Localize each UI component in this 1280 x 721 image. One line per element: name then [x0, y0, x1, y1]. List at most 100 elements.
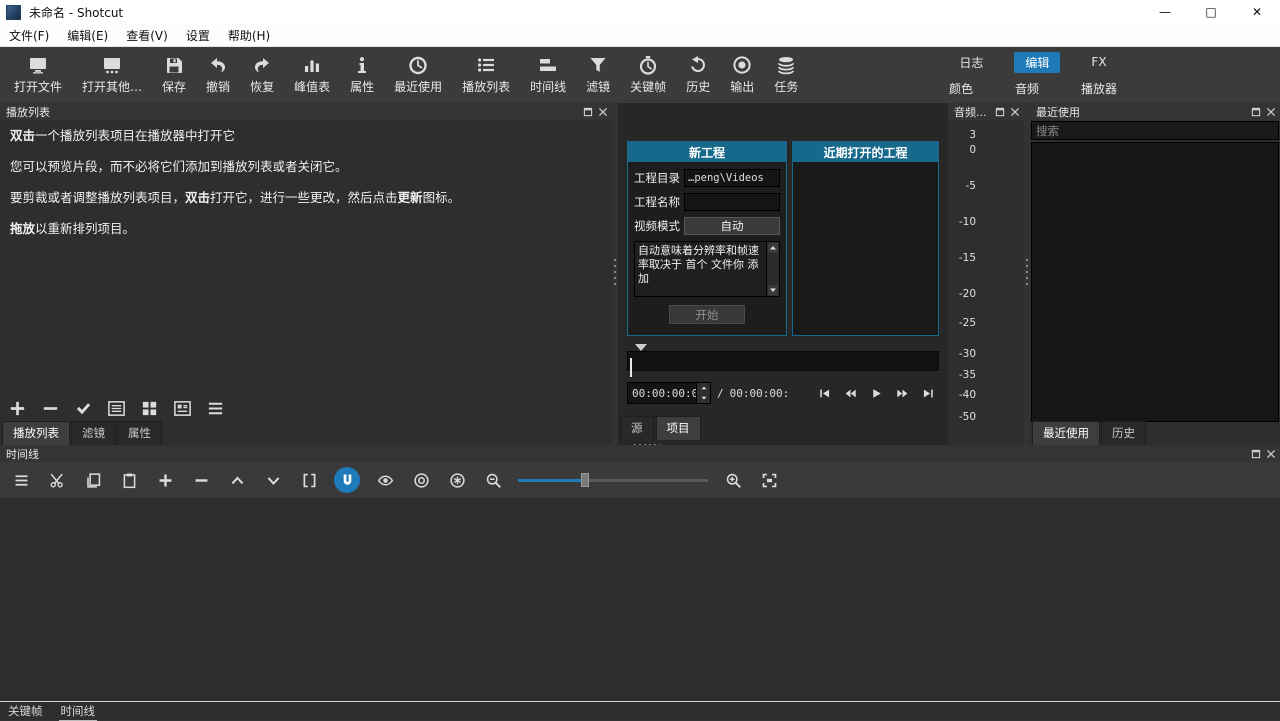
playlist-view-icons-button[interactable]	[173, 399, 192, 418]
panel-tab[interactable]: 最近使用	[1032, 421, 1100, 445]
toolbar-button-history[interactable]: 历史	[676, 52, 720, 98]
layout-tab[interactable]: 播放器	[1070, 78, 1128, 99]
playhead-marker[interactable]	[635, 344, 647, 351]
playlist-view-details-button[interactable]	[107, 399, 126, 418]
float-panel-icon[interactable]	[994, 106, 1006, 118]
menu-item[interactable]: 设置	[177, 24, 219, 46]
toolbar-button-export[interactable]: 输出	[720, 52, 764, 98]
panel-tab[interactable]: 历史	[1101, 421, 1146, 445]
menu-item[interactable]: 帮助(H)	[219, 24, 279, 46]
skip-start-button[interactable]	[814, 384, 835, 402]
layout-tab[interactable]: 音频	[1004, 78, 1050, 99]
recent-projects-list[interactable]	[793, 162, 938, 335]
scroll-down-icon[interactable]	[768, 285, 778, 295]
layout-tab[interactable]: 编辑	[1014, 52, 1060, 73]
meter-scale-label: 0	[948, 144, 976, 156]
timeline-panel-title: 时间线	[6, 446, 39, 462]
close-panel-icon[interactable]	[1009, 106, 1021, 118]
toolbar-button-filters[interactable]: 滤镜	[576, 52, 620, 98]
video-mode-button[interactable]: 自动	[684, 217, 780, 235]
float-panel-icon[interactable]	[1250, 106, 1262, 118]
toolbar-button-label: 撤销	[206, 78, 230, 95]
search-input[interactable]	[1031, 121, 1279, 140]
toolbar-button-jobs[interactable]: 任务	[764, 52, 808, 98]
timeline-scrub-drag-button[interactable]	[374, 469, 396, 491]
scroll-up-icon[interactable]	[768, 243, 778, 253]
fast-forward-button[interactable]	[892, 384, 913, 402]
toolbar-button-timeline[interactable]: 时间线	[520, 52, 576, 98]
meter-scale-label: -5	[948, 180, 976, 192]
toolbar-button-playlist[interactable]: 播放列表	[452, 52, 520, 98]
timeline-tracks-area[interactable]	[0, 498, 1280, 701]
float-panel-icon[interactable]	[582, 106, 594, 118]
timeline-snap-button[interactable]	[334, 467, 360, 493]
timeline-ripple-all-button[interactable]	[446, 469, 468, 491]
playlist-remove-button[interactable]	[41, 399, 60, 418]
player-tab[interactable]: 项目	[656, 416, 701, 440]
meter-scale-label: -30	[948, 348, 976, 360]
float-panel-icon[interactable]	[1250, 448, 1262, 460]
splitter-handle	[1026, 259, 1028, 289]
timeline-overwrite-button[interactable]	[262, 469, 284, 491]
timeline-lift-button[interactable]	[226, 469, 248, 491]
scrollbar[interactable]	[766, 242, 779, 296]
timeline-ripple-delete-button[interactable]	[190, 469, 212, 491]
timeline-zoom-handle[interactable]	[581, 473, 589, 487]
timecode-decrement-icon[interactable]	[697, 393, 710, 403]
playlist-update-button[interactable]	[74, 399, 93, 418]
close-panel-icon[interactable]	[1265, 106, 1277, 118]
timeline-menu-button[interactable]	[10, 469, 32, 491]
timeline-zoom-out-button[interactable]	[482, 469, 504, 491]
timeline-zoom-slider[interactable]	[518, 469, 708, 491]
scrub-bar[interactable]	[627, 351, 939, 371]
toolbar-button-save[interactable]: 保存	[152, 52, 196, 98]
status-tab[interactable]: 时间线	[59, 702, 98, 721]
play-button[interactable]	[866, 384, 887, 402]
project-name-input[interactable]	[684, 193, 780, 211]
timecode-increment-icon[interactable]	[697, 383, 710, 393]
timeline-append-button[interactable]	[154, 469, 176, 491]
toolbar-button-peak-meter[interactable]: 峰值表	[284, 52, 340, 98]
timeline-cut-button[interactable]	[46, 469, 68, 491]
toolbar-button-open-other[interactable]: 打开其他…	[72, 52, 152, 98]
layout-tab[interactable]: FX	[1080, 53, 1117, 71]
playlist-menu-button[interactable]	[206, 399, 225, 418]
menu-item[interactable]: 文件(F)	[0, 24, 58, 46]
playlist-view-tiles-button[interactable]	[140, 399, 159, 418]
panel-tab[interactable]: 滤镜	[71, 421, 116, 445]
player-tab[interactable]: 源	[620, 416, 654, 440]
toolbar-button-redo[interactable]: 恢复	[240, 52, 284, 98]
toolbar-button-recent[interactable]: 最近使用	[384, 52, 452, 98]
meter-scale-label: 3	[948, 129, 976, 141]
menu-item[interactable]: 查看(V)	[117, 24, 177, 46]
layout-tab[interactable]: 日志	[948, 52, 994, 73]
timeline-ripple-button[interactable]	[410, 469, 432, 491]
skip-end-button[interactable]	[918, 384, 939, 402]
recent-list[interactable]	[1031, 142, 1279, 422]
toolbar-button-properties[interactable]: 属性	[340, 52, 384, 98]
minimize-button[interactable]: —	[1142, 0, 1188, 24]
new-project-title: 新工程	[628, 142, 786, 162]
layout-tab[interactable]: 颜色	[938, 78, 984, 99]
status-tab[interactable]: 关键帧	[6, 702, 45, 720]
timecode-value[interactable]: 00:00:00:00	[628, 383, 696, 403]
playlist-add-button[interactable]	[8, 399, 27, 418]
timeline-zoom-in-button[interactable]	[722, 469, 744, 491]
toolbar-button-keyframes[interactable]: 关键帧	[620, 52, 676, 98]
rewind-button[interactable]	[840, 384, 861, 402]
timeline-split-button[interactable]	[298, 469, 320, 491]
start-button[interactable]: 开始	[669, 305, 745, 324]
close-panel-icon[interactable]	[597, 106, 609, 118]
panel-tab[interactable]: 播放列表	[2, 421, 70, 445]
toolbar-button-open-file[interactable]: 打开文件	[4, 52, 72, 98]
close-button[interactable]: ✕	[1234, 0, 1280, 24]
panel-tab[interactable]: 属性	[117, 421, 162, 445]
maximize-button[interactable]: □	[1188, 0, 1234, 24]
project-directory-input[interactable]	[684, 169, 780, 187]
menu-item[interactable]: 编辑(E)	[58, 24, 117, 46]
close-panel-icon[interactable]	[1265, 448, 1277, 460]
timeline-zoom-fit-button[interactable]	[758, 469, 780, 491]
toolbar-button-undo[interactable]: 撤销	[196, 52, 240, 98]
timeline-copy-button[interactable]	[82, 469, 104, 491]
timeline-paste-button[interactable]	[118, 469, 140, 491]
